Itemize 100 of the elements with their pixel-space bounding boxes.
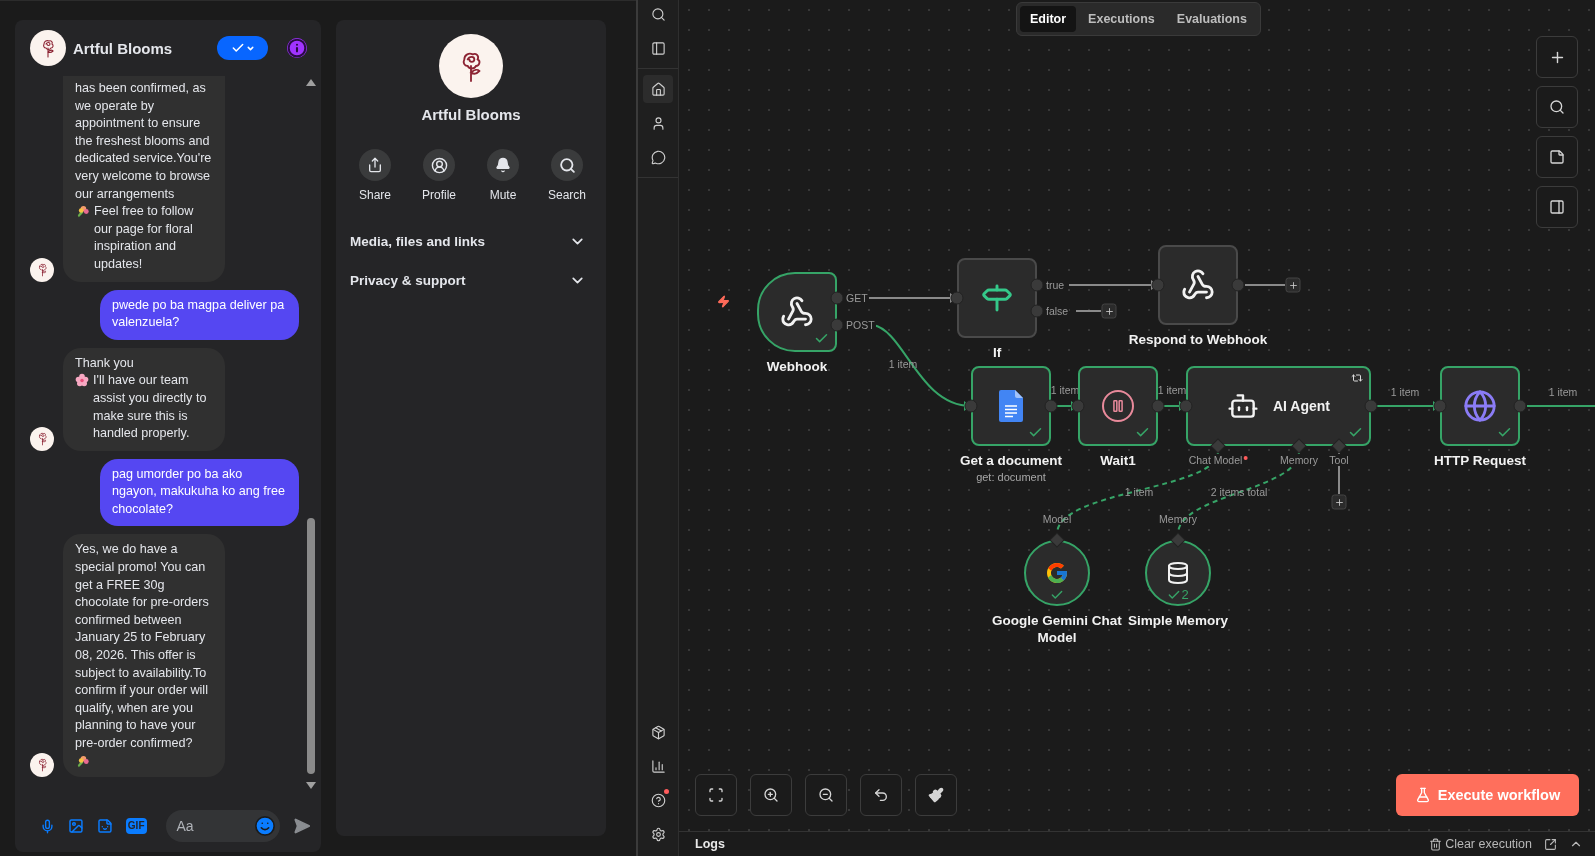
logs-title: Logs (695, 837, 726, 851)
status-button[interactable] (217, 36, 268, 60)
search-button[interactable] (1536, 86, 1578, 128)
port-handle[interactable] (1231, 278, 1245, 292)
home-icon (650, 81, 666, 97)
undo-button[interactable] (860, 774, 902, 816)
webhook-icon (780, 295, 814, 329)
fit-view-icon (708, 787, 724, 803)
output-label: true (1045, 279, 1066, 291)
profile-action-button[interactable]: Profile (416, 149, 462, 202)
port-handle[interactable] (1044, 399, 1058, 413)
message-text: Yes, we do have a special promo! You can get a FREE 30g chocolate for pre-orders confirmed between January 25 to February 08, 2026. This offer is subject to availability.To confirm if your order will qualify, when are you planning to have your pre-order confirmed? (75, 541, 210, 752)
panel-button[interactable] (1536, 186, 1578, 228)
port-handle[interactable] (950, 291, 964, 305)
workflow-node[interactable] (757, 272, 837, 352)
tidy-up-button[interactable] (915, 774, 957, 816)
send-icon[interactable] (293, 816, 311, 836)
node-title: Simple Memory (1128, 612, 1228, 629)
database-icon (1166, 561, 1190, 585)
view-tab[interactable]: Evaluations (1166, 6, 1257, 32)
add-node-button[interactable] (1331, 494, 1347, 510)
profile-name: Artful Blooms (421, 106, 521, 123)
port-handle[interactable] (830, 291, 844, 305)
image-icon[interactable] (68, 817, 84, 835)
port-handle[interactable] (1151, 399, 1165, 413)
workflow-node[interactable] (957, 258, 1037, 338)
trash-icon (1429, 837, 1443, 851)
port-handle[interactable] (1179, 399, 1193, 413)
check-icon (230, 41, 245, 55)
port-handle[interactable] (1433, 399, 1447, 413)
check-icon (1050, 588, 1064, 602)
port-handle[interactable] (1151, 278, 1165, 292)
port-label: Tool (1328, 454, 1350, 466)
panel-icon (1549, 199, 1565, 215)
message-input[interactable]: Aa (165, 810, 281, 842)
scrollbar-thumb[interactable] (307, 518, 315, 774)
user-icon (430, 156, 448, 174)
profile-action-button[interactable]: Share (352, 149, 398, 202)
pause-icon (1102, 390, 1134, 422)
sidebar-button[interactable] (643, 75, 673, 103)
zoom-out-button[interactable] (805, 774, 847, 816)
port-handle[interactable] (964, 399, 978, 413)
workflow-node[interactable]: 2 (1145, 540, 1211, 606)
port-handle[interactable] (1030, 278, 1044, 292)
note-icon (1549, 149, 1565, 165)
port-handle[interactable] (1030, 304, 1044, 318)
zoom-in-button[interactable] (750, 774, 792, 816)
emoji-icon[interactable] (254, 815, 277, 837)
output-label: POST (845, 319, 876, 331)
chat-icon (650, 149, 666, 165)
workflow-node[interactable] (971, 366, 1051, 446)
bell-icon (495, 157, 511, 173)
document-icon (999, 390, 1023, 422)
add-node-button[interactable] (1285, 277, 1301, 293)
signpost-icon (981, 282, 1013, 314)
section-header[interactable]: Privacy & support (336, 261, 606, 299)
scroll-down-icon[interactable] (306, 782, 316, 790)
message-text: has been confirmed, as we operate by appointment to ensure the freshest blooms and dedicated service.You're very welcome to browse our arrangements (75, 80, 213, 203)
sticky-note-button[interactable] (1536, 136, 1578, 178)
sticker-icon[interactable] (96, 817, 113, 835)
port-handle[interactable] (830, 318, 844, 332)
clear-execution-button[interactable]: Clear execution (1429, 837, 1532, 851)
profile-action-button[interactable]: Mute (480, 149, 526, 202)
share-icon (367, 157, 383, 173)
pop-out-button[interactable] (1544, 837, 1557, 851)
scroll-up-icon[interactable] (306, 78, 316, 86)
workflow-node[interactable] (1440, 366, 1520, 446)
brush-icon (928, 787, 944, 803)
edge-label: 1 item (1157, 384, 1187, 396)
port-handle[interactable] (1071, 399, 1085, 413)
scrollbar[interactable] (305, 78, 317, 790)
section-header[interactable]: Media, files and links (336, 222, 606, 260)
fit-view-button[interactable] (695, 774, 737, 816)
edge-label: 2 items total (1210, 486, 1268, 498)
edge-label: 1 item (1548, 386, 1578, 398)
info-button[interactable] (287, 38, 307, 58)
profile-action-button[interactable]: Search (544, 149, 590, 202)
view-tab[interactable]: Executions (1078, 6, 1165, 32)
add-node-button[interactable] (1101, 303, 1117, 319)
message-text: pag umorder po ba ako ngayon, makukuha ko ang free chocolate? (112, 465, 286, 518)
blossom-icon (75, 373, 89, 388)
workflow-node[interactable] (1078, 366, 1158, 446)
workflow-node[interactable] (1158, 245, 1238, 325)
view-tab[interactable]: Editor (1020, 6, 1077, 32)
workflow-node[interactable]: AI Agent (1186, 366, 1371, 446)
port-handle[interactable] (1513, 399, 1527, 413)
bar-chart-icon (650, 758, 666, 774)
input-label: Memory (1159, 513, 1197, 525)
zoom-in-icon (763, 787, 779, 803)
port-handle[interactable] (1364, 399, 1378, 413)
plus-icon (1288, 280, 1298, 290)
output-label: GET (845, 292, 869, 304)
output-label: false (1045, 305, 1070, 317)
settings-icon (650, 826, 666, 842)
microphone-icon[interactable] (40, 817, 55, 835)
node-title: Get a document (960, 452, 1062, 469)
gif-button[interactable]: GIF (125, 818, 147, 834)
info-icon (287, 38, 307, 58)
input-label: Model (1042, 513, 1072, 525)
run-count: 2 (1181, 587, 1189, 602)
